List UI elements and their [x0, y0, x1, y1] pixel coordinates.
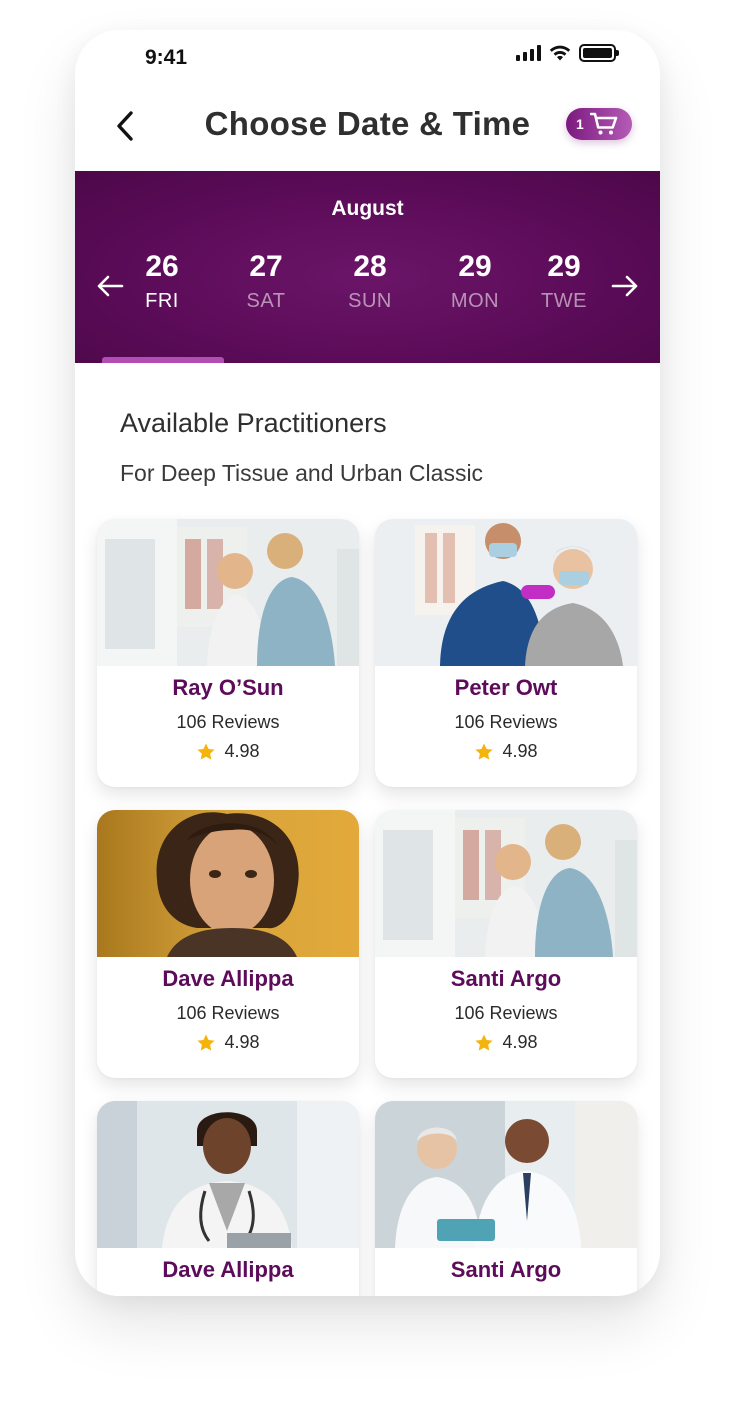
day-name: SUN [348, 290, 392, 312]
cart-count-badge: 1 [576, 116, 584, 132]
day-number: 27 [249, 250, 283, 283]
practitioner-card[interactable]: Santi Argo 106 Reviews 4.98 [375, 810, 637, 1078]
day-number: 26 [145, 250, 179, 283]
status-icons [516, 44, 619, 62]
practitioner-photo [97, 810, 359, 957]
signal-icon [516, 45, 541, 61]
rating-value: 4.98 [502, 1032, 538, 1052]
next-dates-button[interactable] [610, 271, 640, 301]
practitioner-name: Dave Allippa [162, 966, 294, 991]
day-name: FRI [145, 290, 179, 312]
review-count: 106 Reviews [454, 1003, 558, 1023]
selected-day-indicator [102, 357, 224, 363]
practitioner-photo [375, 1101, 637, 1248]
rating-value: 4.98 [224, 741, 260, 761]
review-count: 106 Reviews [176, 712, 280, 732]
rating: 4.98 [97, 1032, 359, 1053]
cart-button[interactable]: 1 [566, 108, 632, 140]
practitioner-card[interactable]: Ray O’Sun 106 Reviews 4.98 [97, 519, 359, 787]
review-count: 106 Reviews [454, 712, 558, 732]
phone-screen: 9:41 Choose Date & Time 1 August 26 FRI … [75, 30, 660, 1296]
day-number: 29 [458, 250, 492, 283]
day-name: MON [450, 290, 500, 312]
day-name: TWE [541, 290, 587, 312]
practitioner-name: Santi Argo [450, 966, 562, 991]
rating: 4.98 [375, 1032, 637, 1053]
section-title: Available Practitioners [120, 408, 387, 438]
month-label: August [331, 197, 404, 220]
practitioner-name: Peter Owt [454, 675, 558, 700]
practitioner-name: Santi Argo [450, 1257, 562, 1282]
day-item-29-twe[interactable]: 29 TWE [519, 249, 609, 315]
day-item-27-sat[interactable]: 27 SAT [221, 249, 311, 315]
practitioner-card[interactable]: Dave Allippa 106 Reviews 4.98 [97, 810, 359, 1078]
arrow-right-icon [611, 275, 638, 297]
day-number: 29 [547, 250, 581, 283]
status-bar: 9:41 [75, 30, 660, 82]
wifi-icon [549, 45, 571, 61]
practitioner-name: Dave Allippa [162, 1257, 294, 1282]
star-icon [197, 1034, 216, 1051]
day-item-26-fri[interactable]: 26 FRI [117, 249, 207, 315]
status-time: 9:41 [145, 46, 188, 69]
practitioner-card[interactable]: Santi Argo [375, 1101, 637, 1296]
star-icon [475, 743, 494, 760]
practitioner-card[interactable]: Dave Allippa [97, 1101, 359, 1296]
rating-value: 4.98 [502, 741, 538, 761]
day-item-29-mon[interactable]: 29 MON [430, 249, 520, 315]
section-subtitle: For Deep Tissue and Urban Classic [120, 460, 484, 486]
practitioner-card[interactable]: Peter Owt 106 Reviews 4.98 [375, 519, 637, 787]
practitioner-name: Ray O’Sun [172, 675, 284, 700]
practitioner-photo [375, 810, 637, 957]
cart-icon [589, 112, 618, 135]
practitioner-photo [97, 519, 359, 666]
battery-icon [579, 44, 619, 62]
review-count: 106 Reviews [176, 1003, 280, 1023]
day-item-28-sun[interactable]: 28 SUN [325, 249, 415, 315]
star-icon [197, 743, 216, 760]
rating: 4.98 [375, 741, 637, 762]
star-icon [475, 1034, 494, 1051]
header: Choose Date & Time 1 [75, 94, 660, 158]
day-number: 28 [353, 250, 387, 283]
practitioner-photo [97, 1101, 359, 1248]
date-picker: August 26 FRI 27 SAT 28 SUN 29 MON 29 TW… [75, 171, 660, 363]
rating: 4.98 [97, 741, 359, 762]
day-name: SAT [246, 290, 286, 312]
practitioner-photo [375, 519, 637, 666]
rating-value: 4.98 [224, 1032, 260, 1052]
